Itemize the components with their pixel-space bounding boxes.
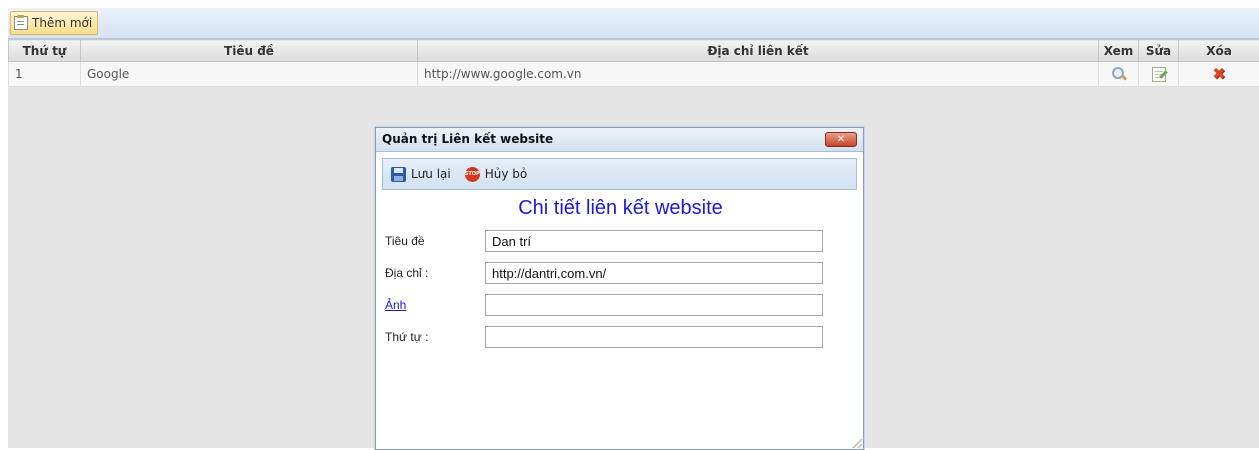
- table-row[interactable]: 1 Google http://www.google.com.vn ✖: [9, 62, 1259, 87]
- cell-view: [1099, 62, 1139, 87]
- stop-sign-icon: STOP: [465, 167, 480, 182]
- grid-toolbar: Thêm mới: [8, 8, 1259, 39]
- order-field[interactable]: [485, 326, 823, 348]
- title-field[interactable]: [485, 230, 823, 252]
- column-header-delete: Xóa: [1179, 40, 1259, 62]
- dialog-toolbar: Lưu lại STOP Hủy bỏ: [382, 158, 857, 190]
- title-label: Tiêu đề: [385, 234, 425, 248]
- cancel-label: Hủy bỏ: [485, 167, 528, 181]
- delete-icon[interactable]: ✖: [1211, 66, 1227, 82]
- column-header-view: Xem: [1099, 40, 1139, 62]
- image-link[interactable]: Ảnh: [385, 298, 406, 312]
- dialog-title: Quản trị Liên kết website: [382, 132, 553, 146]
- link-edit-dialog: Quản trị Liên kết website ✕ Lưu lại STOP…: [375, 127, 864, 450]
- resize-grip[interactable]: [852, 438, 862, 448]
- dialog-heading: Chi tiết liên kết website: [376, 197, 865, 220]
- edit-icon[interactable]: [1152, 67, 1166, 82]
- table-header-row: Thứ tự Tiêu đề Địa chỉ liên kết Xem Sửa …: [9, 40, 1259, 62]
- form-row-order: Thứ tự :: [385, 326, 835, 348]
- form-row-address: Địa chỉ :: [385, 262, 835, 284]
- page-canvas: Thêm mới Thứ tự Tiêu đề Địa chỉ liên kết…: [8, 8, 1259, 448]
- add-new-label: Thêm mới: [32, 16, 92, 30]
- form-row-title: Tiêu đề: [385, 230, 835, 252]
- save-label: Lưu lại: [411, 167, 451, 181]
- cell-edit: [1139, 62, 1179, 87]
- image-field[interactable]: [485, 294, 823, 316]
- magnifier-icon[interactable]: [1111, 66, 1127, 82]
- address-field[interactable]: [485, 262, 823, 284]
- address-label: Địa chỉ :: [385, 266, 428, 280]
- add-new-button[interactable]: Thêm mới: [10, 11, 98, 35]
- cell-link: http://www.google.com.vn: [418, 62, 1099, 87]
- close-icon[interactable]: ✕: [825, 132, 857, 147]
- cell-title: Google: [81, 62, 418, 87]
- cancel-button[interactable]: STOP Hủy bỏ: [465, 167, 528, 182]
- form-row-image: Ảnh: [385, 294, 835, 316]
- order-label: Thứ tự :: [385, 330, 428, 344]
- cell-order: 1: [9, 62, 81, 87]
- cell-delete: ✖: [1179, 62, 1259, 87]
- column-header-link[interactable]: Địa chỉ liên kết: [418, 40, 1099, 62]
- column-header-title[interactable]: Tiêu đề: [81, 40, 418, 62]
- column-header-order[interactable]: Thứ tự: [9, 40, 81, 62]
- floppy-disk-icon: [391, 167, 406, 182]
- links-table: Thứ tự Tiêu đề Địa chỉ liên kết Xem Sửa …: [8, 39, 1259, 87]
- save-button[interactable]: Lưu lại: [391, 167, 451, 182]
- new-document-icon: [14, 16, 28, 30]
- column-header-edit: Sửa: [1139, 40, 1179, 62]
- dialog-title-bar[interactable]: Quản trị Liên kết website ✕: [376, 128, 863, 152]
